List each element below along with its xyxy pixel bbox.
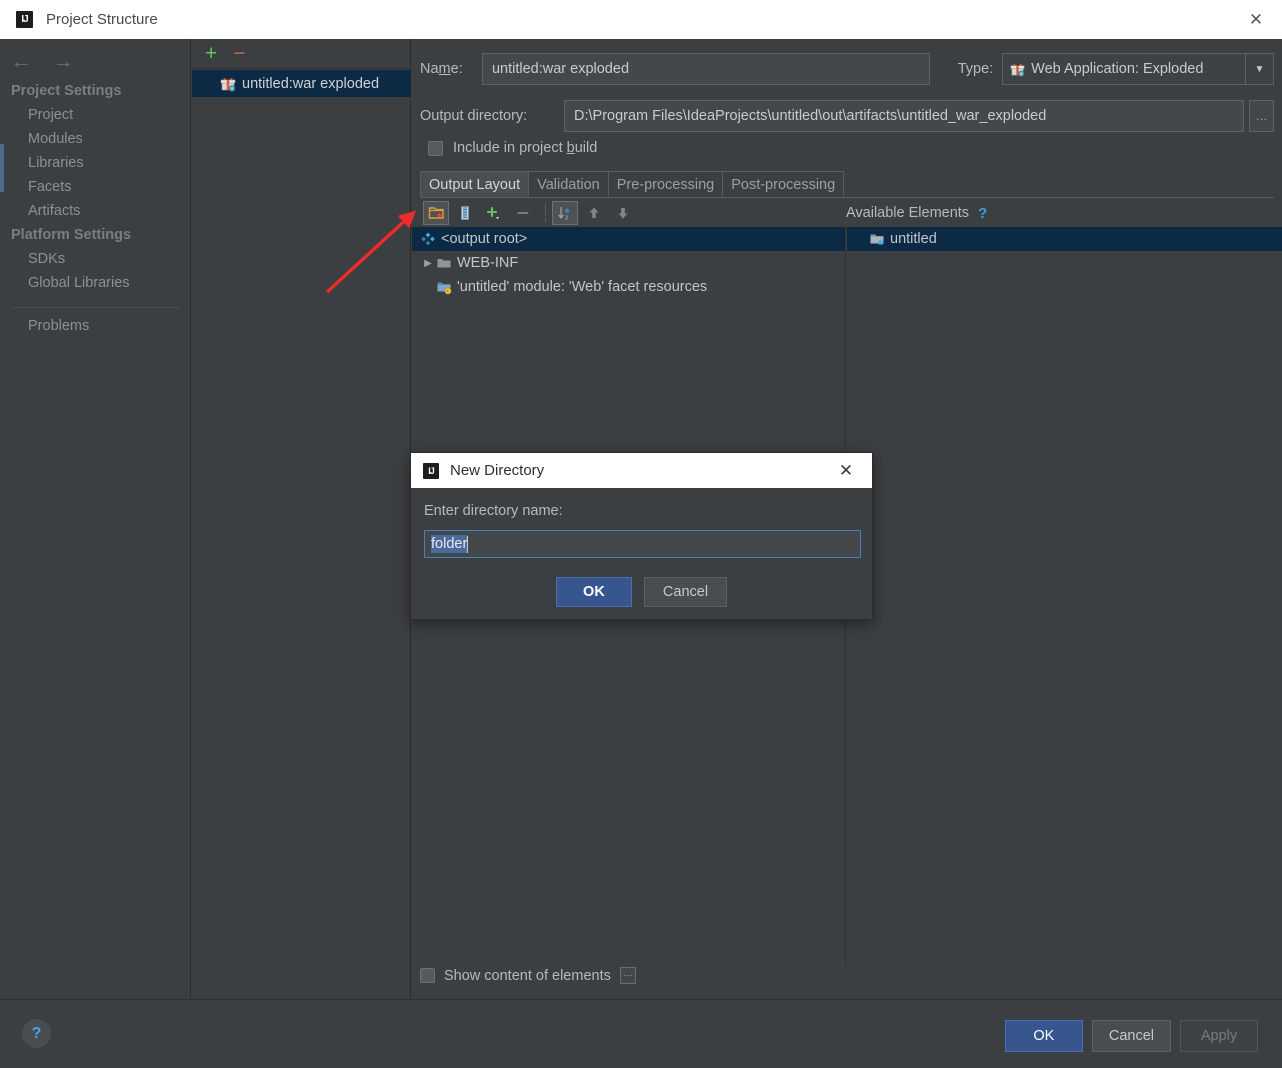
tab-pre-processing[interactable]: Pre-processing xyxy=(607,171,724,197)
show-content-label: Show content of elements xyxy=(444,967,611,984)
back-arrow-icon[interactable]: ← xyxy=(8,49,34,75)
include-in-build-label: Include in project build xyxy=(453,140,598,156)
artifact-name-input[interactable] xyxy=(481,53,930,85)
available-elements-label: Available Elements xyxy=(846,205,970,221)
remove-icon xyxy=(510,201,536,225)
show-content-options-button[interactable]: ⋯ xyxy=(619,967,636,984)
project-structure-window: IJ Project Structure ✕ ← → Project Setti… xyxy=(0,0,1282,1068)
new-archive-icon[interactable] xyxy=(452,201,478,225)
available-elements-tree: untitled xyxy=(847,227,1282,965)
tree-row-label: 'untitled' module: 'Web' facet resources xyxy=(457,279,708,295)
add-artifact-button[interactable]: + xyxy=(205,43,217,64)
sidebar-item-global-libraries[interactable]: Global Libraries xyxy=(0,271,191,295)
window-title: Project Structure xyxy=(46,11,158,28)
help-icon[interactable]: ? xyxy=(22,1019,51,1048)
new-directory-dialog: IJ New Directory ✕ Enter directory name:… xyxy=(410,452,873,620)
sidebar-group-project-settings: Project Settings xyxy=(11,83,122,99)
new-directory-ok-button[interactable]: OK xyxy=(555,577,632,607)
module-folder-icon xyxy=(869,231,885,247)
sidebar-item-problems[interactable]: Problems xyxy=(0,314,191,338)
tree-row-label: untitled xyxy=(890,231,937,247)
output-directory-label: Output directory: xyxy=(420,108,528,124)
sidebar-nav-arrows: ← → xyxy=(8,49,76,75)
sort-alphabetically-icon[interactable]: a z xyxy=(552,201,578,225)
move-down-icon[interactable] xyxy=(610,201,636,225)
artifact-type-combo[interactable]: Web Application: Exploded ▼ xyxy=(1002,53,1274,85)
sidebar-item-sdks[interactable]: SDKs xyxy=(0,247,191,271)
cancel-button[interactable]: Cancel xyxy=(1091,1020,1171,1052)
intellij-idea-icon: IJ xyxy=(16,11,33,28)
apply-button: Apply xyxy=(1180,1020,1258,1052)
text-caret xyxy=(467,535,469,553)
directory-name-prompt: Enter directory name: xyxy=(424,503,563,519)
new-directory-icon[interactable] xyxy=(423,201,449,225)
tree-row[interactable]: ▶ WEB-INF xyxy=(412,251,845,275)
output-directory-row: Output directory: … xyxy=(420,100,1274,132)
show-content-checkbox[interactable] xyxy=(420,968,435,983)
available-elements-header: Available Elements ? xyxy=(846,199,1276,227)
output-root-icon xyxy=(420,231,436,247)
svg-text:z: z xyxy=(565,212,569,221)
tab-output-layout[interactable]: Output Layout xyxy=(420,171,530,197)
dialog-bottom-bar: ? OK Cancel Apply xyxy=(0,999,1282,1068)
artifact-war-icon xyxy=(220,76,236,92)
new-directory-cancel-button[interactable]: Cancel xyxy=(643,577,728,607)
sidebar-group-platform-settings: Platform Settings xyxy=(11,227,132,243)
sidebar-list: Project Settings Project Modules Librari… xyxy=(0,79,191,338)
type-label: Type: xyxy=(957,61,994,77)
browse-output-directory-button[interactable]: … xyxy=(1249,100,1274,132)
show-content-row: Show content of elements ⋯ xyxy=(420,967,636,984)
sidebar-item-facets[interactable]: Facets xyxy=(0,175,191,199)
tree-row[interactable]: <output root> xyxy=(412,227,845,251)
toolbar-separator xyxy=(545,204,546,222)
forward-arrow-icon[interactable]: → xyxy=(50,49,76,75)
window-titlebar: IJ Project Structure ✕ xyxy=(0,0,1282,39)
sidebar-item-libraries[interactable]: Libraries xyxy=(0,151,191,175)
ok-button[interactable]: OK xyxy=(1004,1020,1083,1052)
intellij-idea-icon: IJ xyxy=(423,462,439,479)
new-directory-buttons: OK Cancel xyxy=(411,577,872,607)
artifacts-list-item[interactable]: untitled:war exploded xyxy=(192,70,411,97)
remove-artifact-button[interactable]: − xyxy=(233,43,245,64)
artifacts-list-panel: + − untitled:war exploded xyxy=(192,39,411,998)
close-icon[interactable]: ✕ xyxy=(828,453,864,488)
add-copy-icon[interactable] xyxy=(481,201,507,225)
move-up-icon[interactable] xyxy=(581,201,607,225)
tab-post-processing[interactable]: Post-processing xyxy=(722,171,845,197)
sidebar-item-modules[interactable]: Modules xyxy=(0,127,191,151)
tree-row[interactable]: untitled xyxy=(847,227,1282,251)
name-label: Name: xyxy=(420,61,463,77)
include-in-build-checkbox[interactable] xyxy=(428,140,443,156)
artifacts-toolbar: + − xyxy=(192,39,411,69)
dialog-buttons: OK Cancel Apply xyxy=(1004,1020,1258,1052)
artifact-war-icon xyxy=(1010,62,1025,77)
chevron-down-icon[interactable]: ▼ xyxy=(1245,54,1273,84)
close-icon[interactable]: ✕ xyxy=(1230,0,1282,39)
directory-name-value: folder xyxy=(431,535,468,553)
artifact-tabs: Output Layout Validation Pre-processing … xyxy=(420,171,1274,198)
tree-row[interactable]: 'untitled' module: 'Web' facet resources xyxy=(412,275,845,299)
sidebar-item-project[interactable]: Project xyxy=(0,103,191,127)
sidebar-item-artifacts[interactable]: Artifacts xyxy=(0,199,191,223)
folder-icon xyxy=(436,255,452,271)
directory-name-input[interactable]: folder xyxy=(424,530,861,558)
tree-row-label: <output root> xyxy=(441,231,528,247)
tree-row-label: WEB-INF xyxy=(457,255,519,271)
facet-resources-icon xyxy=(436,279,452,295)
help-question-icon[interactable]: ? xyxy=(978,205,987,222)
tab-validation[interactable]: Validation xyxy=(528,171,609,197)
chevron-right-icon[interactable]: ▶ xyxy=(420,258,436,269)
new-directory-titlebar: IJ New Directory ✕ xyxy=(411,453,872,488)
new-directory-title: New Directory xyxy=(450,462,545,479)
settings-sidebar: ← → Project Settings Project Modules Lib… xyxy=(0,39,191,998)
sidebar-divider xyxy=(11,307,180,308)
artifact-type-value: Web Application: Exploded xyxy=(1031,61,1204,77)
artifacts-list-item-label: untitled:war exploded xyxy=(242,75,380,92)
output-directory-input[interactable] xyxy=(564,100,1244,132)
name-row: Name: Type: xyxy=(420,53,1274,85)
include-in-build-row: Include in project build xyxy=(428,140,597,156)
